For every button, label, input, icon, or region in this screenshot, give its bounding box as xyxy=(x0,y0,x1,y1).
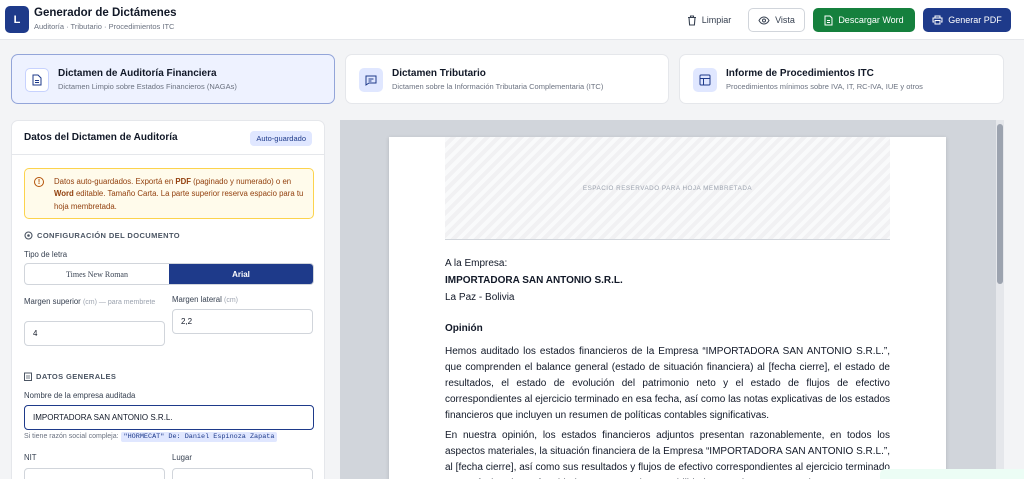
alert-text: Datos auto-guardados. Exportá en PDF (pa… xyxy=(54,177,304,211)
general-section-heading: DATOS GENERALES xyxy=(24,372,116,381)
toast-notification xyxy=(880,469,1024,479)
app-logo: L xyxy=(5,6,29,33)
autosave-badge: Auto-guardado xyxy=(250,131,312,146)
trash-icon xyxy=(687,14,696,26)
nit-label: NIT xyxy=(24,453,37,462)
tab-procedimientos-itc[interactable]: Informe de Procedimientos ITC Procedimie… xyxy=(679,54,1004,104)
margin-top-label: Margen superior (cm) — para membrete xyxy=(24,297,156,306)
info-alert: ! Datos auto-guardados. Exportá en PDF (… xyxy=(24,168,314,219)
view-button[interactable]: Vista xyxy=(748,8,805,32)
document-icon xyxy=(25,68,49,92)
clear-button[interactable]: Limpiar xyxy=(676,8,742,32)
info-icon: ! xyxy=(34,177,44,187)
recipient-place: La Paz - Bolivia xyxy=(445,292,515,303)
margin-side-label: Margen lateral (cm) xyxy=(172,295,239,304)
config-section-heading: CONFIGURACIÓN DEL DOCUMENTO xyxy=(24,231,180,240)
download-word-button[interactable]: Descargar Word xyxy=(813,8,915,32)
app-title: Generador de Dictámenes xyxy=(34,7,177,19)
font-label: Tipo de letra xyxy=(24,250,68,259)
form-title: Datos del Dictamen de Auditoría xyxy=(24,132,178,143)
divider xyxy=(12,154,324,155)
paragraph-1: Hemos auditado los estados financieros d… xyxy=(445,346,890,421)
font-option-arial[interactable]: Arial xyxy=(169,264,313,284)
tab-subtitle: Dictamen Limpio sobre Estados Financiero… xyxy=(58,82,237,91)
generate-pdf-button[interactable]: Generar PDF xyxy=(923,8,1011,32)
app-header: L Generador de Dictámenes Auditoría · Tr… xyxy=(0,0,1024,40)
scrollbar-thumb[interactable] xyxy=(997,124,1003,284)
document-preview[interactable]: ESPACIO RESERVADO PARA HOJA MEMBRETADA A… xyxy=(340,120,1004,479)
tab-subtitle: Dictamen sobre la Información Tributaria… xyxy=(392,82,604,91)
tab-title: Dictamen de Auditoría Financiera xyxy=(58,68,217,79)
company-hint: Si tiene razón social compleja: "HORMECA… xyxy=(24,432,278,442)
view-button-label: Vista xyxy=(775,15,795,25)
font-selector: Times New Roman Arial xyxy=(24,263,314,285)
company-input[interactable]: IMPORTADORA SAN ANTONIO S.R.L. xyxy=(24,405,314,430)
clipboard-icon xyxy=(24,372,32,381)
recipient-company: IMPORTADORA SAN ANTONIO S.R.L. xyxy=(445,275,623,286)
lugar-input[interactable] xyxy=(172,468,313,479)
tab-dictamen-tributario[interactable]: Dictamen Tributario Dictamen sobre la In… xyxy=(345,54,669,104)
message-icon xyxy=(359,68,383,92)
font-option-times[interactable]: Times New Roman xyxy=(25,264,169,284)
paragraph-2: En nuestra opinión, los estados financie… xyxy=(445,430,890,479)
tab-subtitle: Procedimientos mínimos sobre IVA, IT, RC… xyxy=(726,82,923,91)
letterhead-placeholder: ESPACIO RESERVADO PARA HOJA MEMBRETADA xyxy=(445,137,890,240)
tab-auditoria-financiera[interactable]: Dictamen de Auditoría Financiera Dictame… xyxy=(11,54,335,104)
gear-icon xyxy=(24,231,33,240)
layout-icon xyxy=(693,68,717,92)
margin-side-input[interactable]: 2,2 xyxy=(172,309,313,334)
tab-title: Dictamen Tributario xyxy=(392,68,486,79)
preview-scrollbar[interactable] xyxy=(996,120,1004,479)
form-panel: Datos del Dictamen de Auditoría Auto-gua… xyxy=(11,120,325,479)
file-word-icon xyxy=(824,15,833,25)
nit-input[interactable] xyxy=(24,468,165,479)
section-heading-opinion: Opinión xyxy=(445,323,483,334)
lugar-label: Lugar xyxy=(172,453,192,462)
generate-pdf-label: Generar PDF xyxy=(948,15,1002,25)
margin-top-input[interactable]: 4 xyxy=(24,321,165,346)
app-subtitle: Auditoría · Tributario · Procedimientos … xyxy=(34,22,175,31)
recipient-to: A la Empresa: xyxy=(445,258,508,269)
tab-title: Informe de Procedimientos ITC xyxy=(726,68,874,79)
printer-icon xyxy=(932,15,943,25)
preview-page: ESPACIO RESERVADO PARA HOJA MEMBRETADA A… xyxy=(389,137,946,479)
download-word-label: Descargar Word xyxy=(838,15,904,25)
company-label: Nombre de la empresa auditada xyxy=(24,391,136,400)
eye-icon xyxy=(758,15,770,25)
clear-button-label: Limpiar xyxy=(701,15,732,25)
